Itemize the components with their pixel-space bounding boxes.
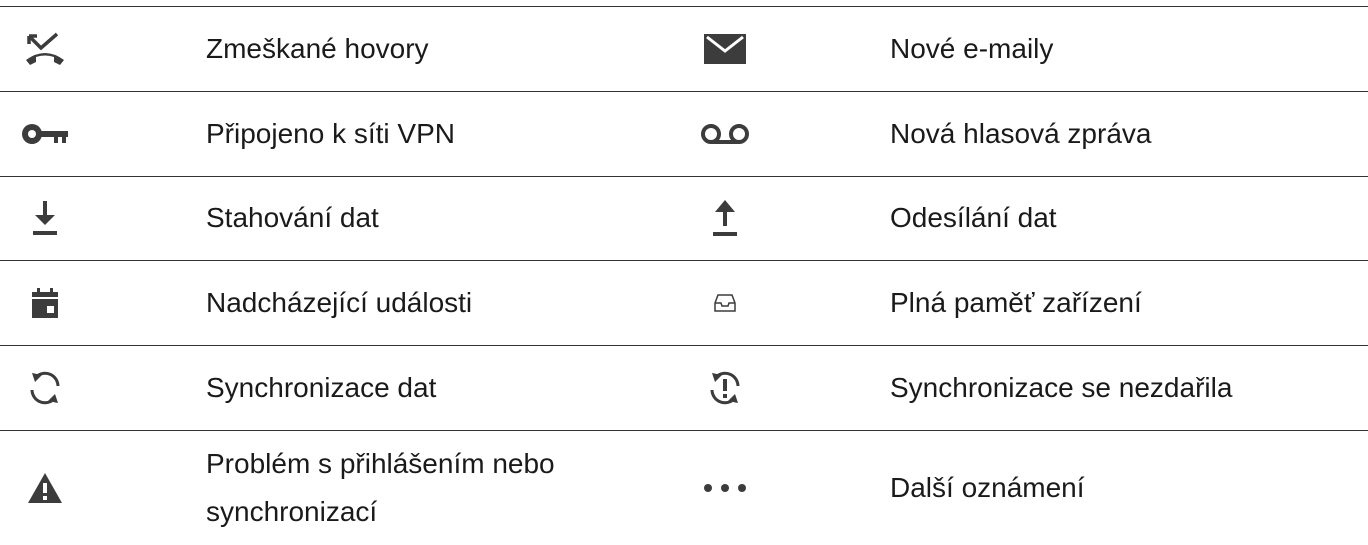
calendar-icon [10,261,80,345]
row-label: Zmeškané hovory [206,32,429,64]
table-row: Zmeškané hovory Nové e-maily [0,7,1368,92]
table-row: Problém s přihlášením nebo synchronizací… [0,431,1368,545]
row-label: Odesílání dat [890,202,1057,234]
notification-icon-table: Zmeškané hovory Nové e-maily Připojeno k… [0,6,1368,545]
row-label: Plná paměť zařízení [890,287,1142,319]
row-label: Synchronizace dat [206,372,437,404]
warning-icon [10,431,80,545]
voicemail-icon [690,92,760,176]
table-row: Stahování dat Odesílání dat [0,177,1368,262]
download-icon [10,177,80,261]
table-row: Synchronizace dat Synchronizace se nezda… [0,346,1368,431]
email-icon [690,7,760,91]
row-label: Synchronizace se nezdařila [890,372,1233,404]
missed-call-icon [10,7,80,91]
row-label: Problém s přihlášením nebo synchronizací [206,447,555,527]
upload-icon [690,177,760,261]
row-label: Další oznámení [890,471,1085,503]
row-label: Nadcházející události [206,287,473,319]
row-label: Nové e-maily [890,32,1054,64]
more-dots-icon [690,431,760,545]
row-label: Nová hlasová zpráva [890,117,1152,149]
table-row: Připojeno k síti VPN Nová hlasová zpráva [0,92,1368,177]
sync-icon [10,346,80,430]
row-label: Připojeno k síti VPN [206,117,455,149]
sync-failed-icon [690,346,760,430]
row-label: Stahování dat [206,202,379,234]
vpn-key-icon [10,92,80,176]
table-row: Nadcházející události Plná paměť zařízen… [0,261,1368,347]
storage-tray-icon [690,261,760,345]
